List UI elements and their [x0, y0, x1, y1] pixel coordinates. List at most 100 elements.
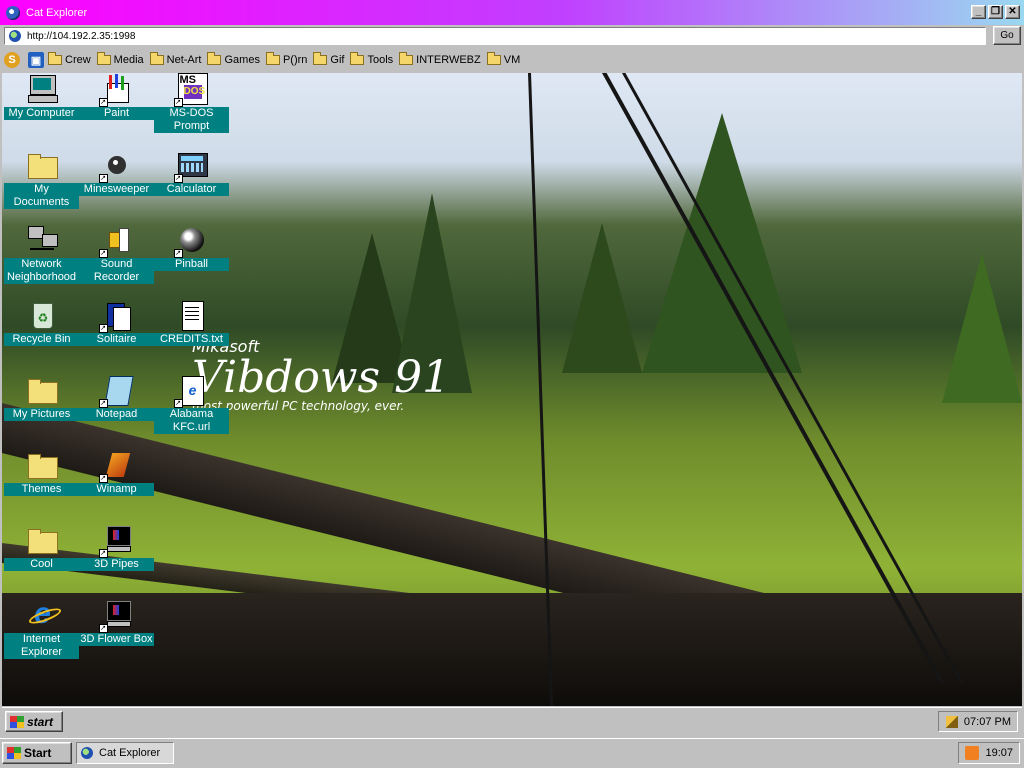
- folder-icon: [486, 52, 501, 65]
- window-controls: _ ❐ ✕: [971, 5, 1020, 19]
- screensaver-icon: ↗: [98, 524, 133, 558]
- desktop-icon-label: Winamp: [79, 483, 154, 496]
- desktop-icon-label: My Computer: [4, 107, 79, 120]
- paint-icon: ↗: [98, 73, 133, 107]
- desktop-icon-label: Sound Recorder: [79, 258, 154, 284]
- desktop-icon-my-documents[interactable]: My Documents: [4, 149, 79, 209]
- desktop-icon-ms-dos-prompt[interactable]: MS DOS ↗ MS-DOS Prompt: [154, 73, 229, 133]
- desktop-icon-cool[interactable]: Cool: [4, 524, 79, 571]
- desktop-icon-label: Cool: [4, 558, 79, 571]
- go-button[interactable]: Go: [993, 26, 1021, 45]
- shortcut-arrow-icon: ↗: [98, 399, 108, 408]
- folder-icon: [26, 449, 58, 481]
- close-button[interactable]: ✕: [1005, 5, 1020, 19]
- bookmark-gif[interactable]: Gif: [313, 52, 344, 66]
- desktop-icon-label: Calculator: [154, 183, 229, 196]
- bookmark-vm[interactable]: VM: [486, 52, 520, 66]
- desktop-icon-3d-pipes[interactable]: ↗ 3D Pipes: [79, 524, 154, 571]
- bookmarks-bar: S ▣ Crew Media Net-Art Games P()rn Gif Tools IN…: [0, 48, 1024, 72]
- desktop-icon-my-pictures[interactable]: My Pictures: [4, 374, 79, 421]
- bookmark-net-art[interactable]: Net-Art: [149, 52, 202, 66]
- shortcut-arrow-icon: ↗: [98, 624, 108, 633]
- bookmark-media[interactable]: Media: [96, 52, 144, 66]
- desktop-icon-label: Recycle Bin: [4, 333, 79, 346]
- desktop-icon-sound-recorder[interactable]: ↗ Sound Recorder: [79, 224, 154, 284]
- globe-icon: [81, 747, 93, 759]
- desktop-icon-label: 3D Flower Box: [79, 633, 154, 646]
- shortcut-arrow-icon: ↗: [173, 98, 183, 107]
- solitaire-icon: ↗: [98, 299, 133, 333]
- desktop-icon-solitaire[interactable]: ↗ Solitaire: [79, 299, 154, 346]
- desktop-icon-label: My Documents: [4, 183, 79, 209]
- tray-key-icon[interactable]: [945, 715, 958, 728]
- bookmark-label: Crew: [65, 54, 91, 66]
- shortcut-arrow-icon: ↗: [98, 324, 108, 333]
- recycle-bin-icon: ♻: [26, 299, 58, 331]
- url-field[interactable]: http://104.192.2.35:1998: [4, 27, 986, 45]
- desktop-icon-internet-explorer[interactable]: e Internet Explorer: [4, 599, 79, 659]
- inner-start-button[interactable]: start: [5, 711, 63, 732]
- minimize-button[interactable]: _: [971, 5, 986, 19]
- desktop-icon-winamp[interactable]: ↗ Winamp: [79, 449, 154, 496]
- desktop-icon-label: Solitaire: [79, 333, 154, 346]
- bookmark-label: Tools: [367, 54, 394, 66]
- folder-icon: [48, 52, 62, 65]
- shortcut-arrow-icon: ↗: [98, 98, 108, 107]
- desktop-icon-label: Alabama KFC.url: [154, 408, 229, 434]
- desktop-viewport[interactable]: Mikasoft Vibdows 91 most powerful PC tec…: [2, 73, 1022, 706]
- address-bar: http://104.192.2.35:1998 Go: [0, 25, 1024, 47]
- windows-logo-icon: [7, 747, 21, 759]
- window-logo-icon[interactable]: ▣: [28, 52, 44, 68]
- folder-icon: [313, 52, 328, 65]
- taskbar-button-cat-explorer[interactable]: Cat Explorer: [76, 742, 174, 764]
- vibdows-splash: Mikasoft Vibdows 91 most powerful PC tec…: [192, 337, 450, 413]
- bookmark-label: Net-Art: [166, 54, 202, 66]
- rss-icon[interactable]: [965, 746, 980, 760]
- desktop-icon-network-neighborhood[interactable]: Network Neighborhood: [4, 224, 79, 284]
- start-label: Start: [24, 746, 52, 760]
- desktop-icon-recycle-bin[interactable]: ♻ Recycle Bin: [4, 299, 79, 346]
- desktop-icon-alabama-kfc-url[interactable]: e ↗ Alabama KFC.url: [154, 374, 229, 434]
- desktop-icon-my-computer[interactable]: My Computer: [4, 73, 79, 120]
- start-button[interactable]: Start: [2, 742, 72, 764]
- inner-taskbar: start 07:07 PM: [2, 707, 1022, 736]
- desktop-icon-calculator[interactable]: ↗ Calculator: [154, 149, 229, 196]
- shortcut-arrow-icon: ↗: [173, 249, 183, 258]
- system-tray: 19:07: [958, 742, 1020, 764]
- folder-icon: [26, 374, 58, 406]
- calculator-icon: ↗: [173, 149, 208, 183]
- inner-clock[interactable]: 07:07 PM: [964, 716, 1011, 728]
- desktop-icon-label: Paint: [79, 107, 154, 120]
- restore-button[interactable]: ❐: [988, 5, 1003, 19]
- text-file-icon: [176, 299, 208, 331]
- desktop-icon-notepad[interactable]: ↗ Notepad: [79, 374, 154, 421]
- desktop-icon-label: Pinball: [154, 258, 229, 271]
- s-logo-icon[interactable]: S: [4, 52, 20, 68]
- desktop-icon-pinball[interactable]: ↗ Pinball: [154, 224, 229, 271]
- bookmark-crew[interactable]: Crew: [48, 52, 91, 66]
- desktop-icon-credits-txt[interactable]: CREDITS.txt: [154, 299, 229, 346]
- desktop-icon-label: Notepad: [79, 408, 154, 421]
- bookmark-interwebz[interactable]: INTERWEBZ: [399, 52, 481, 66]
- window-titlebar[interactable]: Cat Explorer _ ❐ ✕: [0, 0, 1024, 25]
- bookmark-games[interactable]: Games: [207, 52, 260, 66]
- desktop-icon-3d-flower-box[interactable]: ↗ 3D Flower Box: [79, 599, 154, 646]
- splash-product: Vibdows 91: [192, 352, 451, 403]
- desktop-icon-label: Network Neighborhood: [4, 258, 79, 284]
- windows-logo-icon: [10, 715, 24, 728]
- desktop-icon-minesweeper[interactable]: ↗ Minesweeper: [79, 149, 154, 196]
- computer-icon: [26, 73, 58, 105]
- msdos-icon: MS DOS ↗: [173, 73, 208, 107]
- shortcut-arrow-icon: ↗: [98, 249, 108, 258]
- window-title: Cat Explorer: [26, 6, 88, 19]
- desktop-icon-label: CREDITS.txt: [154, 333, 229, 346]
- bookmark-label: Media: [113, 54, 144, 66]
- bookmark-tools[interactable]: Tools: [350, 52, 394, 66]
- desktop-icon-themes[interactable]: Themes: [4, 449, 79, 496]
- internet-shortcut-icon: e ↗: [173, 374, 208, 408]
- bookmark-p-rn[interactable]: P()rn: [265, 52, 307, 66]
- clock[interactable]: 19:07: [985, 747, 1013, 759]
- desktop-icon-paint[interactable]: ↗ Paint: [79, 73, 154, 120]
- shortcut-arrow-icon: ↗: [98, 549, 108, 558]
- url-text[interactable]: http://104.192.2.35:1998: [27, 31, 135, 42]
